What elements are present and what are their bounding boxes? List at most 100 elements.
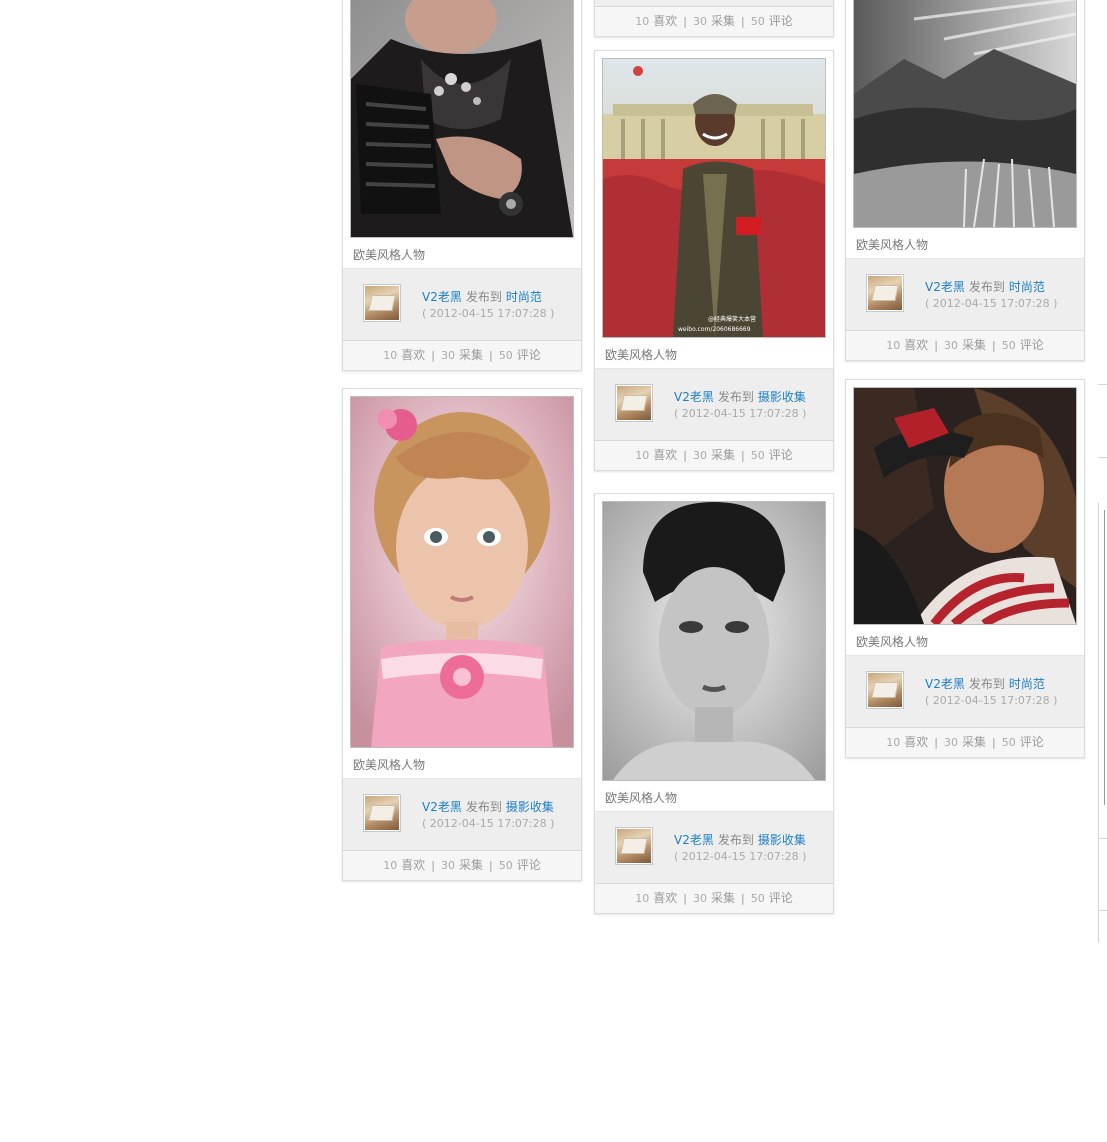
pin-image[interactable]	[602, 501, 826, 781]
board-link[interactable]: 时尚范	[1009, 280, 1045, 294]
board-link[interactable]: 时尚范	[1009, 677, 1045, 691]
comments-count: 50	[750, 449, 765, 462]
pin-card: 10 喜欢 | 30 采集 | 50 评论	[594, 0, 834, 37]
collects-count: 30	[692, 449, 707, 462]
author-link[interactable]: V2老黑	[674, 833, 714, 847]
man-red-armband-crowd-photo: @经典爆笑大本营 weibo.com/2060686669	[603, 59, 825, 337]
user-avatar[interactable]	[615, 827, 653, 865]
pin-meta: V2老黑 发布到 时尚范 ( 2012-04-15 17:07:28 )	[343, 269, 581, 341]
pin-meta: V2老黑 发布到 摄影收集 ( 2012-04-15 17:07:28 )	[343, 779, 581, 851]
pin-stats: 10 喜欢 | 30 采集 | 50 评论	[595, 441, 833, 470]
user-avatar[interactable]	[866, 274, 904, 312]
like-button[interactable]: 喜欢	[904, 338, 928, 352]
collect-button[interactable]: 采集	[711, 14, 735, 28]
pin-meta: V2老黑 发布到 摄影收集 ( 2012-04-15 17:07:28 )	[595, 812, 833, 884]
user-avatar[interactable]	[363, 794, 401, 832]
collect-button[interactable]: 采集	[459, 858, 483, 872]
comments-count: 50	[1001, 736, 1016, 749]
collect-button[interactable]: 采集	[962, 338, 986, 352]
pin-caption: 欧美风格人物	[343, 748, 581, 779]
pin-stats: 10 喜欢 | 30 采集 | 50 评论	[343, 851, 581, 880]
partial-card-edge	[1098, 838, 1107, 839]
pin-meta: V2老黑 发布到 摄影收集 ( 2012-04-15 17:07:28 )	[595, 369, 833, 441]
author-link[interactable]: V2老黑	[925, 677, 965, 691]
comments-count: 50	[498, 349, 513, 362]
partial-card-edge	[1098, 384, 1107, 385]
user-avatar[interactable]	[866, 671, 904, 709]
partial-card-edge	[1098, 910, 1107, 911]
user-avatar[interactable]	[615, 384, 653, 422]
posted-to-label: 发布到	[717, 390, 754, 404]
collects-count: 30	[440, 349, 455, 362]
board-link[interactable]: 时尚范	[506, 290, 542, 304]
posted-to-label: 发布到	[465, 800, 502, 814]
pin-image[interactable]	[853, 387, 1077, 625]
collect-button[interactable]: 采集	[459, 348, 483, 362]
comment-button[interactable]: 评论	[1020, 338, 1044, 352]
author-link[interactable]: V2老黑	[674, 390, 714, 404]
likes-count: 10	[886, 736, 901, 749]
author-link[interactable]: V2老黑	[422, 800, 462, 814]
post-time: ( 2012-04-15 17:07:28 )	[422, 817, 555, 830]
collect-button[interactable]: 采集	[711, 448, 735, 462]
pin-image[interactable]	[853, 0, 1077, 228]
posted-to-label: 发布到	[465, 290, 502, 304]
board-link[interactable]: 摄影收集	[758, 833, 806, 847]
pin-image[interactable]	[350, 0, 574, 238]
collect-button[interactable]: 采集	[962, 735, 986, 749]
pin-card: 欧美风格人物 V2老黑 发布到 时尚范 ( 2012-04-15 17:07:28 …	[342, 0, 582, 371]
comment-button[interactable]: 评论	[769, 448, 793, 462]
like-button[interactable]: 喜欢	[653, 448, 677, 462]
girl-pink-dress-photo	[351, 397, 573, 747]
author-link[interactable]: V2老黑	[925, 280, 965, 294]
likes-count: 10	[383, 859, 398, 872]
watermark-text: @经典爆笑大本营	[708, 315, 756, 323]
like-button[interactable]: 喜欢	[401, 858, 425, 872]
collects-count: 30	[692, 892, 707, 905]
pin-card: 欧美风格人物 V2老黑 发布到 时尚范 ( 2012-04-15 17:07:28 …	[845, 0, 1085, 361]
pin-stats: 10 喜欢 | 30 采集 | 50 评论	[343, 341, 581, 370]
comments-count: 50	[750, 892, 765, 905]
likes-count: 10	[635, 892, 650, 905]
posted-to-label: 发布到	[968, 280, 1005, 294]
pin-caption: 欧美风格人物	[846, 228, 1084, 259]
collect-button[interactable]: 采集	[711, 891, 735, 905]
like-button[interactable]: 喜欢	[653, 14, 677, 28]
like-button[interactable]: 喜欢	[401, 348, 425, 362]
collects-count: 30	[692, 15, 707, 28]
pin-caption: 欧美风格人物	[343, 238, 581, 269]
like-button[interactable]: 喜欢	[653, 891, 677, 905]
pin-caption: 欧美风格人物	[595, 781, 833, 812]
comment-button[interactable]: 评论	[517, 858, 541, 872]
woman-lace-fashion-photo	[351, 0, 573, 237]
comment-button[interactable]: 评论	[769, 14, 793, 28]
collects-count: 30	[943, 339, 958, 352]
pin-image[interactable]	[350, 396, 574, 748]
comment-button[interactable]: 评论	[1020, 735, 1044, 749]
posted-to-label: 发布到	[968, 677, 1005, 691]
comment-button[interactable]: 评论	[769, 891, 793, 905]
pin-meta: V2老黑 发布到 时尚范 ( 2012-04-15 17:07:28 )	[846, 259, 1084, 331]
woman-bw-portrait-photo	[603, 502, 825, 780]
pin-card: 欧美风格人物 V2老黑 发布到 摄影收集 ( 2012-04-15 17:07:28…	[594, 493, 834, 914]
pin-stats: 10 喜欢 | 30 采集 | 50 评论	[846, 728, 1084, 757]
post-time: ( 2012-04-15 17:07:28 )	[674, 850, 807, 863]
user-avatar[interactable]	[363, 284, 401, 322]
pin-image[interactable]: @经典爆笑大本营 weibo.com/2060686669	[602, 58, 826, 338]
post-time: ( 2012-04-15 17:07:28 )	[674, 407, 807, 420]
comment-button[interactable]: 评论	[517, 348, 541, 362]
collects-count: 30	[943, 736, 958, 749]
comments-count: 50	[1001, 339, 1016, 352]
author-link[interactable]: V2老黑	[422, 290, 462, 304]
pin-meta: V2老黑 发布到 时尚范 ( 2012-04-15 17:07:28 )	[846, 656, 1084, 728]
pin-stats: 10 喜欢 | 30 采集 | 50 评论	[595, 7, 833, 36]
board-link[interactable]: 摄影收集	[506, 800, 554, 814]
pin-caption: 欧美风格人物	[595, 338, 833, 369]
likes-count: 10	[383, 349, 398, 362]
pin-card: 欧美风格人物 V2老黑 发布到 摄影收集 ( 2012-04-15 17:07:28…	[342, 388, 582, 881]
mountain-landscape-photo	[854, 0, 1076, 227]
partial-card-edge	[1104, 510, 1105, 805]
like-button[interactable]: 喜欢	[904, 735, 928, 749]
likes-count: 10	[635, 15, 650, 28]
board-link[interactable]: 摄影收集	[758, 390, 806, 404]
